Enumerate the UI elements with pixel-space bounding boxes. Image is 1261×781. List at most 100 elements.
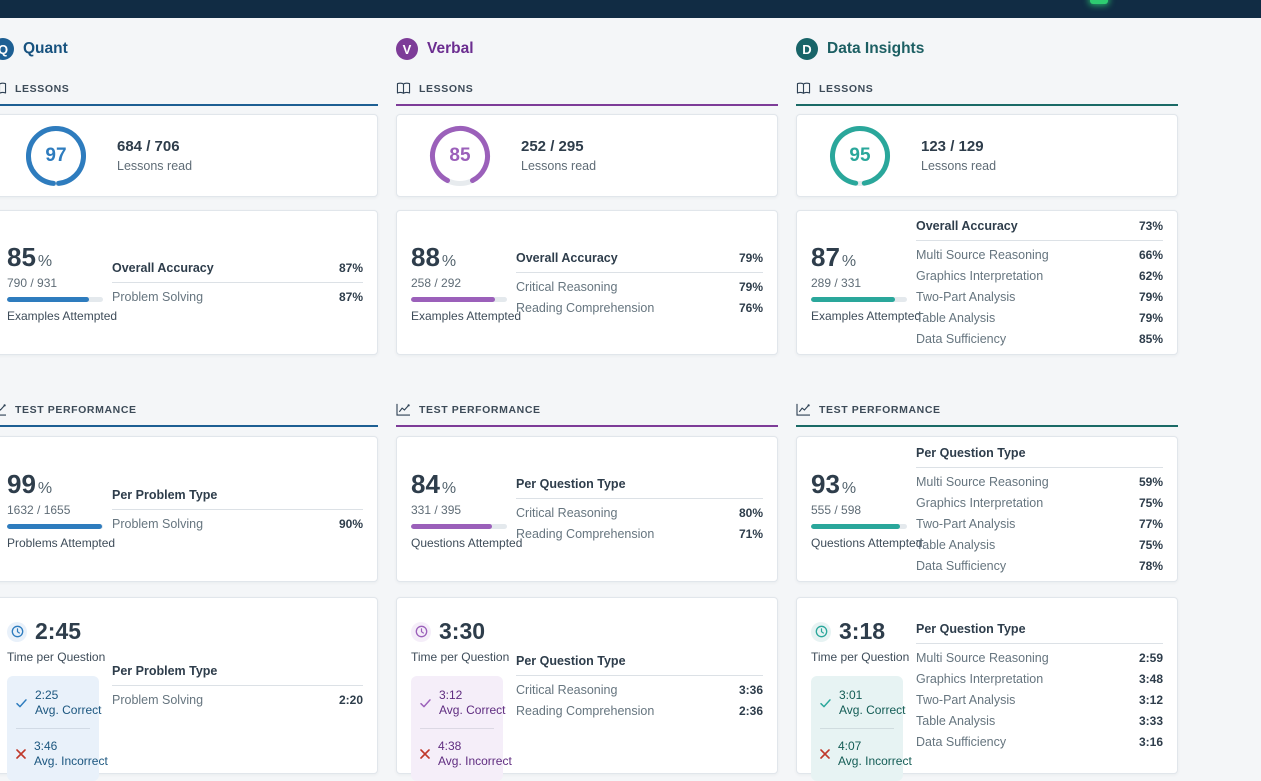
row-value: 71%	[739, 528, 763, 541]
table-row: Problem Solving 2:20	[112, 686, 363, 707]
timing-stat: 3:30 Time per Question 3:12 Avg. Correct	[411, 598, 516, 773]
table-row: Multi Source Reasoning 66%	[916, 241, 1163, 262]
table-row: Data Sufficiency 85%	[916, 325, 1163, 346]
subject-title: Data Insights	[827, 40, 924, 58]
test-attempted-label: Problems Attempted	[7, 536, 112, 550]
timing-card: 3:30 Time per Question 3:12 Avg. Correct	[396, 597, 778, 774]
timing-stat: 3:18 Time per Question 3:01 Avg. Correct	[811, 598, 916, 773]
lessons-section-title: LESSONS	[419, 83, 473, 95]
examples-attempted-label: Examples Attempted	[811, 309, 916, 323]
lessons-section-title: LESSONS	[819, 83, 873, 95]
row-label: Data Sufficiency	[916, 736, 1006, 749]
navbar-partial-green-button[interactable]	[1090, 0, 1108, 4]
examples-progress-bar	[811, 297, 907, 302]
row-label: Problem Solving	[112, 694, 203, 707]
row-value: 3:16	[1139, 736, 1163, 749]
table-row: Problem Solving 90%	[112, 510, 363, 531]
row-label: Two-Part Analysis	[916, 518, 1015, 531]
clock-icon	[811, 622, 831, 642]
row-value: 2:59	[1139, 652, 1163, 665]
subject-header: V Verbal	[396, 38, 778, 60]
row-label: Two-Part Analysis	[916, 291, 1015, 304]
lessons-section-label: LESSONS	[0, 82, 378, 106]
row-value: 79%	[1139, 291, 1163, 304]
timing-card: 3:18 Time per Question 3:01 Avg. Correct	[796, 597, 1178, 774]
avg-incorrect-row: 3:46 Avg. Incorrect	[16, 739, 90, 769]
table-header-label: Per Question Type	[916, 622, 1026, 636]
examples-percent-unit: %	[442, 253, 456, 270]
row-value: 76%	[739, 302, 763, 315]
row-value: 75%	[1139, 497, 1163, 510]
row-value: 85%	[1139, 333, 1163, 346]
lessons-progress-ring: 97	[25, 125, 87, 187]
chart-line-icon	[396, 403, 411, 416]
top-navbar	[0, 0, 1261, 18]
test-progress-bar	[811, 524, 907, 529]
examples-stat: 87% 289 / 331 Examples Attempted	[811, 242, 916, 323]
table-row: Table Analysis 3:33	[916, 707, 1163, 728]
table-header-row: Per Question Type	[916, 446, 1163, 468]
test-performance-section-title: TEST PERFORMANCE	[419, 404, 541, 416]
test-percent-unit: %	[442, 480, 456, 497]
examples-card: 88% 258 / 292 Examples Attempted Overall…	[396, 210, 778, 355]
test-attempted-label: Questions Attempted	[811, 536, 916, 550]
examples-accuracy-table: Overall Accuracy 73% Multi Source Reason…	[916, 219, 1163, 346]
test-stat: 84% 331 / 395 Questions Attempted	[411, 469, 516, 550]
examples-accuracy-table: Overall Accuracy 79% Critical Reasoning …	[516, 251, 763, 315]
row-value: 78%	[1139, 560, 1163, 573]
test-progress-bar	[411, 524, 507, 529]
chart-line-icon	[0, 403, 7, 416]
row-label: Critical Reasoning	[516, 281, 617, 294]
lessons-fraction: 252 / 295	[521, 138, 596, 155]
examples-percent: 87	[811, 242, 840, 272]
row-value: 59%	[1139, 476, 1163, 489]
timing-type-table: Per Problem Type Problem Solving 2:20	[112, 664, 363, 707]
avg-divider	[16, 728, 90, 729]
avg-incorrect-row: 4:07 Avg. Incorrect	[820, 739, 894, 769]
test-fraction: 555 / 598	[811, 503, 916, 517]
row-label: Multi Source Reasoning	[916, 476, 1049, 489]
subject-title: Verbal	[427, 40, 474, 58]
avg-times-box: 3:01 Avg. Correct 4:07 Avg. Incorrect	[811, 676, 903, 781]
row-value: 79%	[1139, 312, 1163, 325]
row-label: Table Analysis	[916, 715, 995, 728]
table-header-label: Per Question Type	[516, 654, 626, 668]
table-row: Graphics Interpretation 62%	[916, 262, 1163, 283]
row-label: Critical Reasoning	[516, 507, 617, 520]
avg-correct-label: Avg. Correct	[35, 703, 101, 717]
avg-divider	[820, 728, 894, 729]
lessons-fraction: 123 / 129	[921, 138, 996, 155]
timing-type-table: Per Question Type Multi Source Reasoning…	[916, 622, 1163, 749]
row-value: 90%	[339, 518, 363, 531]
row-value: 3:12	[1139, 694, 1163, 707]
avg-correct-label: Avg. Correct	[839, 703, 905, 717]
timing-card: 2:45 Time per Question 2:25 Avg. Correct	[0, 597, 378, 774]
test-performance-section-label: TEST PERFORMANCE	[796, 403, 1178, 427]
subject-letter-icon: V	[396, 38, 418, 60]
test-performance-section-label: TEST PERFORMANCE	[396, 403, 778, 427]
book-icon	[0, 82, 7, 95]
x-icon	[16, 749, 26, 759]
subject-column: D Data Insights LESSONS 95 123 / 12	[796, 28, 1178, 774]
table-header-label: Overall Accuracy	[916, 219, 1018, 233]
row-value: 62%	[1139, 270, 1163, 283]
x-icon	[420, 749, 430, 759]
lessons-card: 95 123 / 129 Lessons read	[796, 114, 1178, 197]
check-icon	[820, 699, 831, 708]
avg-times-box: 2:25 Avg. Correct 3:46 Avg. Incorrect	[7, 676, 99, 781]
time-per-question-label: Time per Question	[411, 650, 516, 664]
test-stat: 99% 1632 / 1655 Problems Attempted	[7, 469, 112, 550]
x-icon	[820, 749, 830, 759]
avg-correct-row: 3:01 Avg. Correct	[820, 688, 894, 718]
test-fraction: 331 / 395	[411, 503, 516, 517]
examples-percent-unit: %	[38, 253, 52, 270]
avg-incorrect-time: 4:07	[838, 739, 861, 753]
examples-attempted-label: Examples Attempted	[7, 309, 112, 323]
time-per-question-label: Time per Question	[7, 650, 112, 664]
row-value: 77%	[1139, 518, 1163, 531]
timing-type-table: Per Question Type Critical Reasoning 3:3…	[516, 654, 763, 718]
row-value: 66%	[1139, 249, 1163, 262]
table-row: Multi Source Reasoning 2:59	[916, 644, 1163, 665]
examples-progress-bar	[7, 297, 103, 302]
test-percent-unit: %	[842, 480, 856, 497]
